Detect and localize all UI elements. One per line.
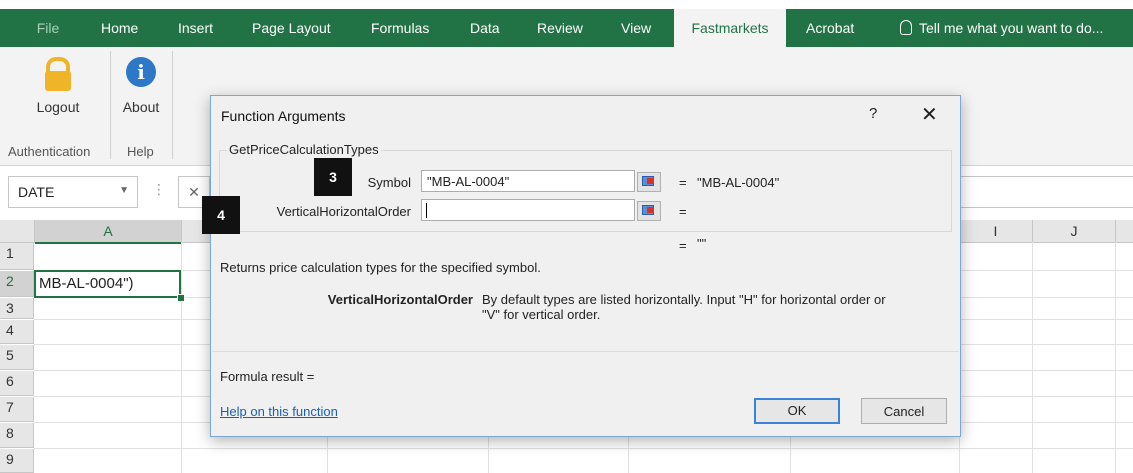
column-header-a[interactable]: A	[35, 220, 182, 244]
fill-handle[interactable]	[177, 294, 185, 302]
tab-acrobat[interactable]: Acrobat	[806, 9, 854, 47]
logout-label: Logout	[36, 99, 80, 115]
tell-me-text: Tell me what you want to do...	[919, 20, 1104, 36]
group-help-label: Help	[127, 144, 154, 159]
info-icon: i	[126, 57, 156, 87]
tab-formulas[interactable]: Formulas	[371, 9, 429, 47]
ribbon-tab-bar: File Home Insert Page Layout Formulas Da…	[0, 9, 1133, 47]
formula-bar-grip-icon: ⋮	[152, 181, 166, 197]
vertical-horizontal-order-input[interactable]	[421, 199, 635, 221]
tell-me-box[interactable]: Tell me what you want to do...	[900, 9, 1103, 47]
gridline	[1115, 242, 1116, 473]
tab-review[interactable]: Review	[537, 9, 583, 47]
gridline	[181, 242, 182, 473]
text-caret	[426, 203, 427, 218]
function-name: GetPriceCalculationTypes	[227, 142, 381, 157]
tab-data[interactable]: Data	[470, 9, 500, 47]
formula-result-label: Formula result =	[220, 369, 315, 384]
tab-home[interactable]: Home	[101, 9, 138, 47]
active-cell-a2[interactable]: MB-AL-0004")	[34, 270, 181, 298]
row-header-7[interactable]: 7	[0, 397, 34, 422]
name-box[interactable]: DATE ▼	[8, 176, 138, 208]
arg-help-text-line-1: By default types are listed horizontally…	[482, 292, 886, 307]
about-label: About	[122, 99, 160, 115]
gridline	[34, 448, 1133, 449]
collapse-dialog-icon[interactable]	[637, 201, 661, 221]
about-button[interactable]: i About	[116, 53, 166, 123]
logout-button[interactable]: Logout	[28, 53, 88, 123]
tab-insert[interactable]: Insert	[178, 9, 213, 47]
tab-fastmarkets[interactable]: Fastmarkets	[674, 9, 786, 47]
help-on-function-link[interactable]: Help on this function	[220, 404, 338, 419]
arg-help-text-line-2: "V" for vertical order.	[482, 307, 601, 322]
row-header-4[interactable]: 4	[0, 320, 34, 344]
symbol-input-value: "MB-AL-0004"	[427, 174, 510, 189]
tab-file[interactable]: File	[24, 9, 72, 47]
function-description: Returns price calculation types for the …	[220, 260, 541, 275]
step-marker-4: 4	[202, 196, 240, 234]
chevron-down-icon[interactable]: ▼	[119, 185, 129, 196]
help-button[interactable]: ?	[869, 105, 877, 122]
row-header-3[interactable]: 3	[0, 298, 34, 319]
step-marker-3: 3	[314, 158, 352, 196]
symbol-result: "MB-AL-0004"	[697, 175, 780, 190]
lock-body	[45, 71, 71, 91]
lightbulb-icon	[900, 20, 912, 35]
row-header-8[interactable]: 8	[0, 423, 34, 448]
overall-equals: =	[679, 238, 687, 253]
column-header-i[interactable]: I	[959, 220, 1033, 243]
function-arguments-dialog: Function Arguments ? ✕ GetPriceCalculati…	[210, 95, 961, 437]
row-header-2[interactable]: 2	[0, 271, 34, 297]
row-header-6[interactable]: 6	[0, 371, 34, 396]
group-divider	[172, 51, 173, 159]
name-box-value: DATE	[18, 184, 55, 200]
dialog-title: Function Arguments	[221, 108, 346, 124]
arg-help-name: VerticalHorizontalOrder	[327, 292, 473, 307]
close-icon[interactable]: ✕	[921, 102, 938, 127]
vertical-horizontal-order-label: VerticalHorizontalOrder	[276, 204, 411, 219]
cancel-button[interactable]: Cancel	[861, 398, 947, 424]
select-all-corner[interactable]	[0, 220, 35, 243]
vertical-horizontal-order-equals: =	[679, 204, 687, 219]
group-divider	[110, 51, 111, 159]
symbol-equals: =	[679, 175, 687, 190]
symbol-input[interactable]: "MB-AL-0004"	[421, 170, 635, 192]
collapse-dialog-icon[interactable]	[637, 172, 661, 192]
column-header-j[interactable]: J	[1033, 220, 1116, 243]
column-header[interactable]	[1116, 220, 1133, 243]
tab-page-layout[interactable]: Page Layout	[252, 9, 331, 47]
group-authentication-label: Authentication	[8, 144, 91, 159]
overall-result: ""	[697, 236, 707, 251]
row-header-9[interactable]: 9	[0, 449, 34, 473]
divider	[212, 351, 959, 352]
row-header-5[interactable]: 5	[0, 345, 34, 370]
tab-view[interactable]: View	[621, 9, 651, 47]
row-header-1[interactable]: 1	[0, 243, 34, 270]
ok-button[interactable]: OK	[754, 398, 840, 424]
gridline	[1032, 242, 1033, 473]
